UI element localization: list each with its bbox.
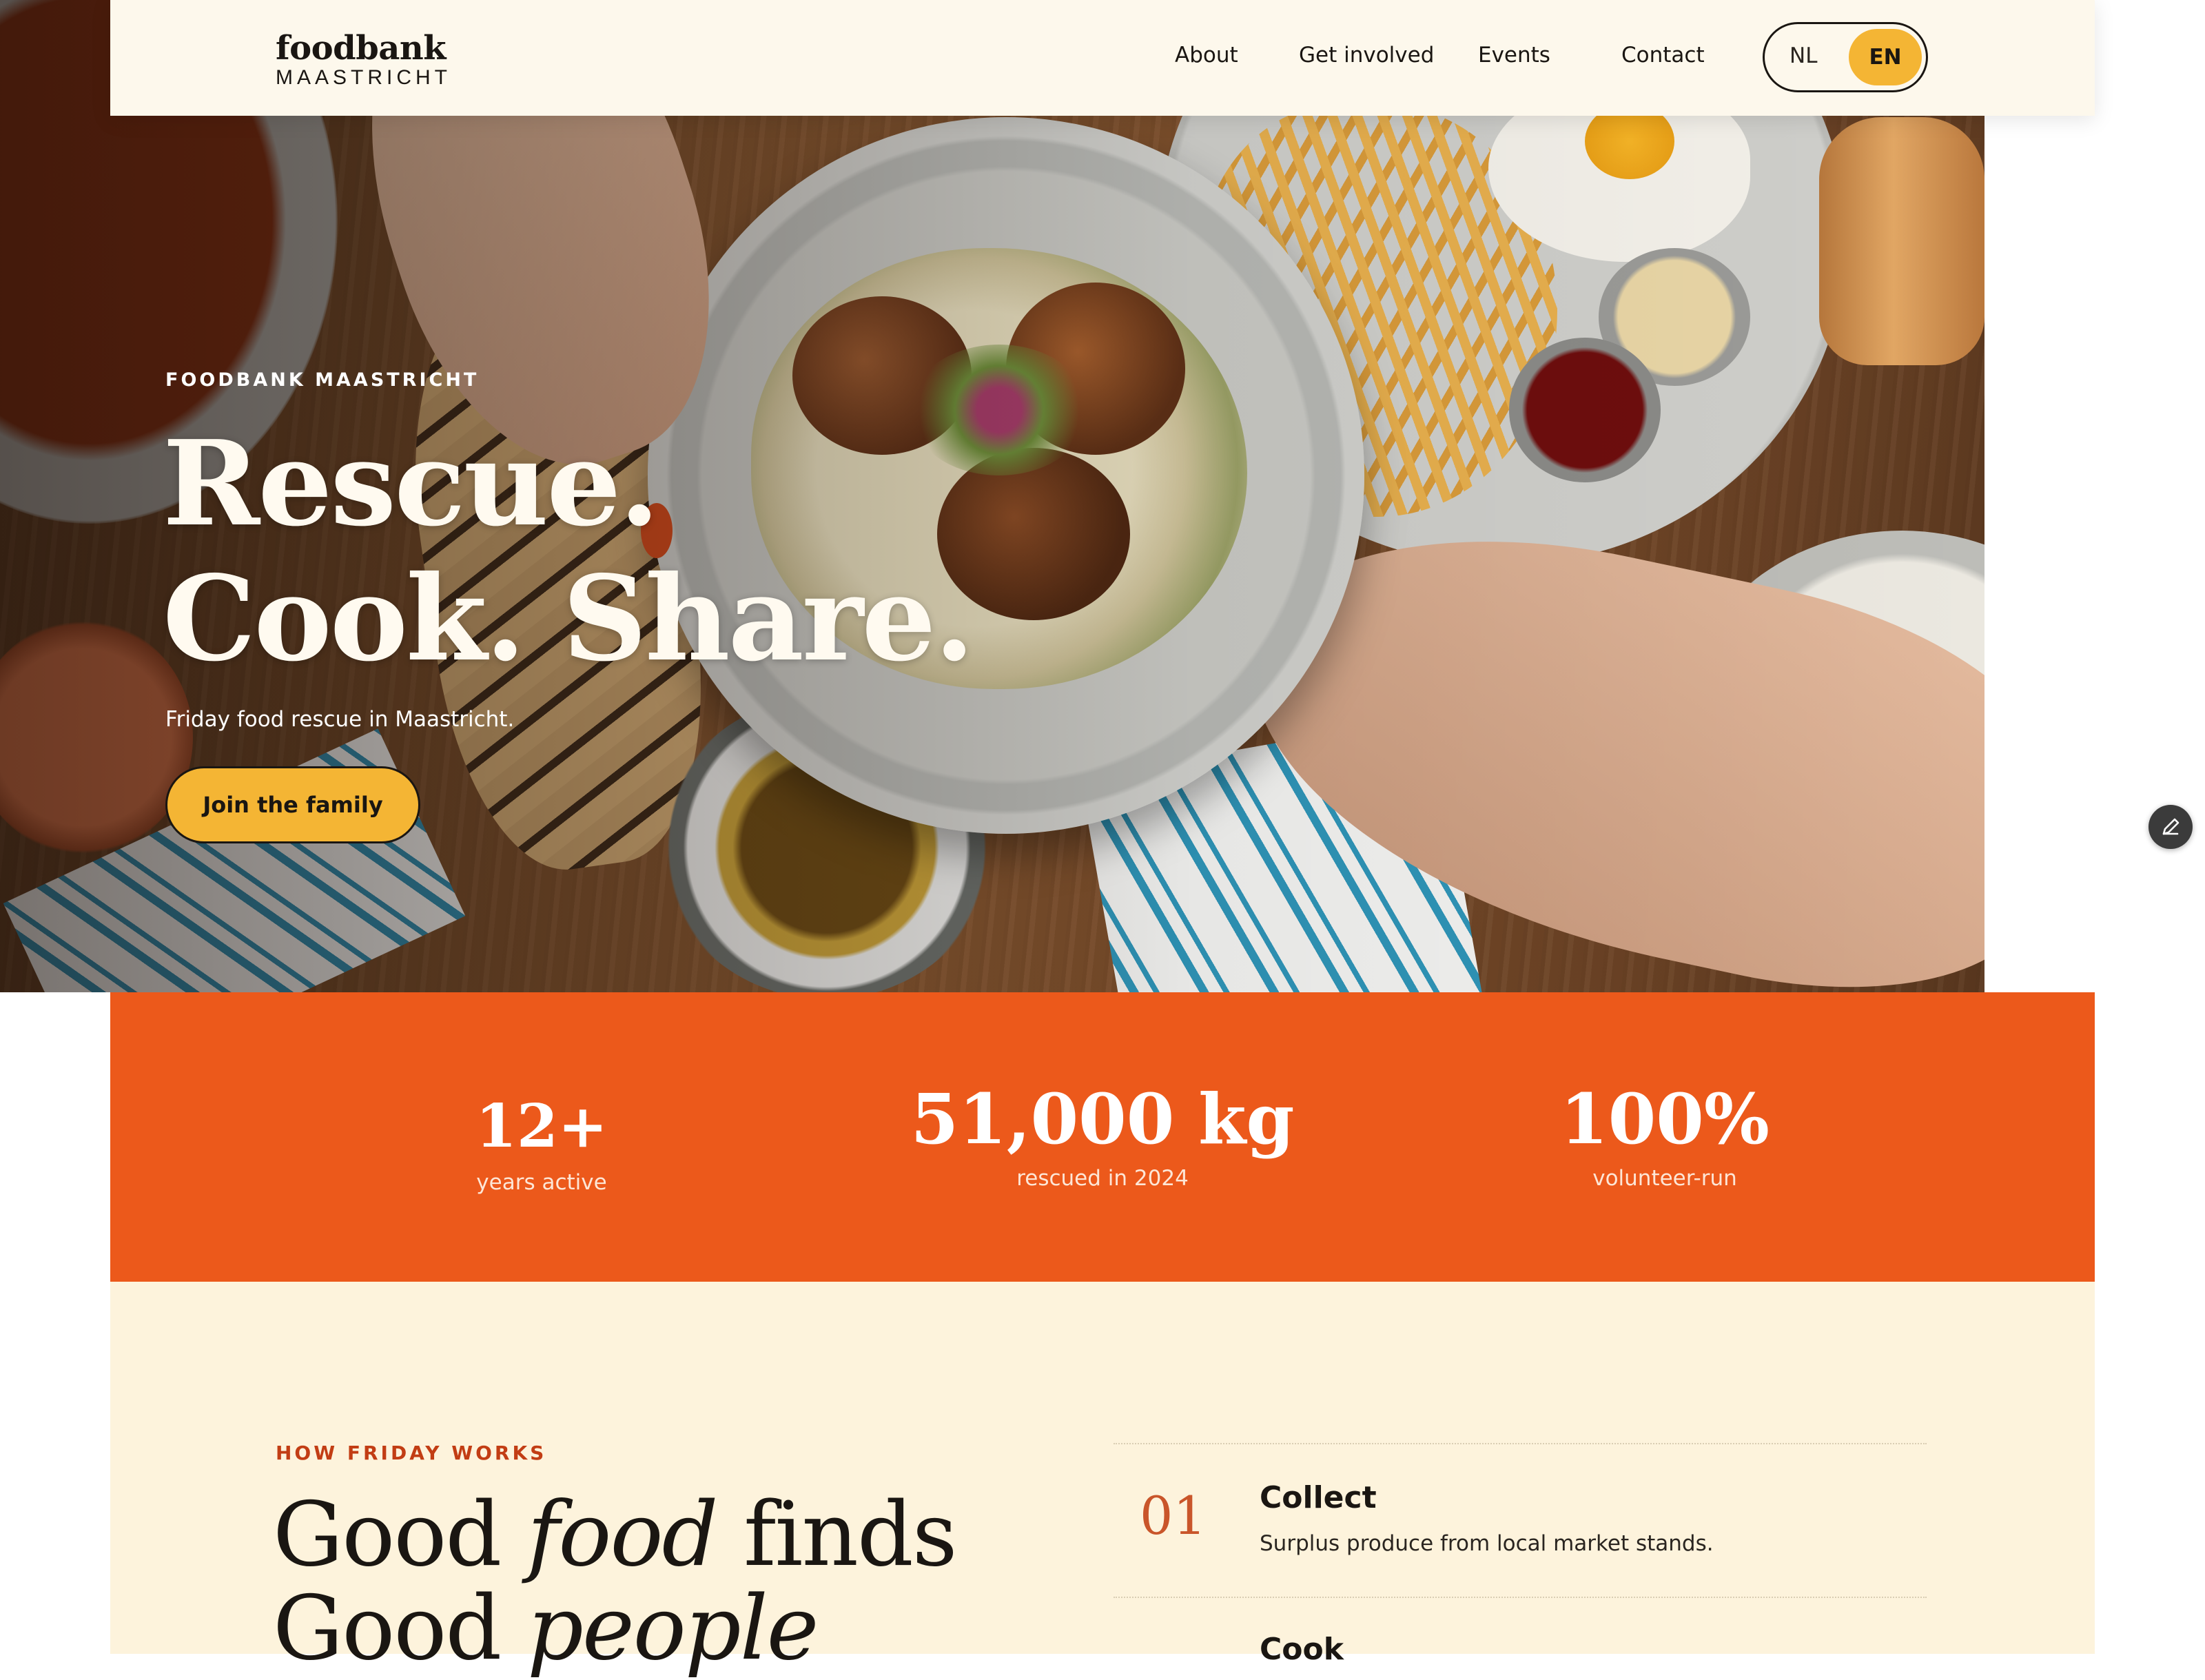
nav-get-involved[interactable]: Get involved bbox=[1299, 43, 1434, 68]
stat-years: 12+ years active bbox=[328, 1089, 755, 1195]
step-divider bbox=[1114, 1597, 1927, 1598]
stat-value: 100% bbox=[1560, 1078, 1770, 1160]
nav-events[interactable]: Events bbox=[1478, 43, 1550, 68]
stat-value: 51,000 kg bbox=[910, 1078, 1295, 1160]
how-title-part: finds bbox=[717, 1484, 957, 1586]
logo-wordmark: foodbank bbox=[276, 29, 447, 68]
step-description: Surplus produce from local market stands… bbox=[1260, 1531, 1714, 1556]
stat-volunteer: 100% volunteer-run bbox=[1451, 1078, 1878, 1191]
how-section: HOW FRIDAY WORKS Good food finds Good pe… bbox=[110, 1282, 2095, 1676]
stat-label: years active bbox=[476, 1170, 607, 1195]
how-title-emphasis: people bbox=[527, 1577, 819, 1680]
step-title: Cook bbox=[1260, 1632, 1344, 1667]
stat-label: rescued in 2024 bbox=[1016, 1166, 1189, 1191]
hero-eyebrow: FOODBANK MAASTRICHT bbox=[165, 369, 480, 391]
pencil-icon bbox=[2162, 818, 2180, 835]
nav-contact[interactable]: Contact bbox=[1621, 43, 1705, 68]
language-switcher: NL EN bbox=[1763, 22, 1928, 92]
how-title-line2: Good people bbox=[273, 1582, 956, 1676]
how-title-part: Good bbox=[273, 1484, 527, 1586]
how-title-part: Good bbox=[273, 1577, 527, 1680]
site-logo[interactable]: foodbank MAASTRICHT bbox=[276, 32, 451, 90]
how-eyebrow: HOW FRIDAY WORKS bbox=[276, 1442, 547, 1464]
how-title-line1: Good food finds bbox=[273, 1488, 958, 1582]
edit-button[interactable] bbox=[2148, 805, 2193, 849]
stat-label: volunteer-run bbox=[1592, 1166, 1737, 1191]
step-number: 01 bbox=[1140, 1485, 1207, 1546]
nav-about[interactable]: About bbox=[1175, 43, 1238, 68]
stat-value: 12+ bbox=[475, 1092, 608, 1161]
join-family-button[interactable]: Join the family bbox=[165, 766, 420, 843]
stats-band: 12+ years active 51,000 kg rescued in 20… bbox=[110, 992, 2095, 1282]
step-title: Collect bbox=[1260, 1480, 1377, 1515]
stat-rescued: 51,000 kg rescued in 2024 bbox=[889, 1078, 1316, 1191]
lang-en-button[interactable]: EN bbox=[1849, 29, 1922, 85]
hero-headline: Rescue. Cook. Share. bbox=[163, 415, 975, 688]
hero-headline-line1: Rescue. bbox=[163, 415, 660, 553]
step-divider bbox=[1114, 1443, 1927, 1444]
how-title: Good food finds Good people bbox=[273, 1488, 958, 1676]
hero-headline-line2: Cook. Share. bbox=[163, 550, 975, 688]
logo-city: MAASTRICHT bbox=[276, 66, 451, 89]
lang-nl-button[interactable]: NL bbox=[1789, 43, 1817, 68]
site-header: foodbank MAASTRICHT About Get involved E… bbox=[110, 0, 2095, 116]
how-title-emphasis: food bbox=[527, 1484, 718, 1586]
hero-subtitle: Friday food rescue in Maastricht. bbox=[165, 707, 515, 732]
